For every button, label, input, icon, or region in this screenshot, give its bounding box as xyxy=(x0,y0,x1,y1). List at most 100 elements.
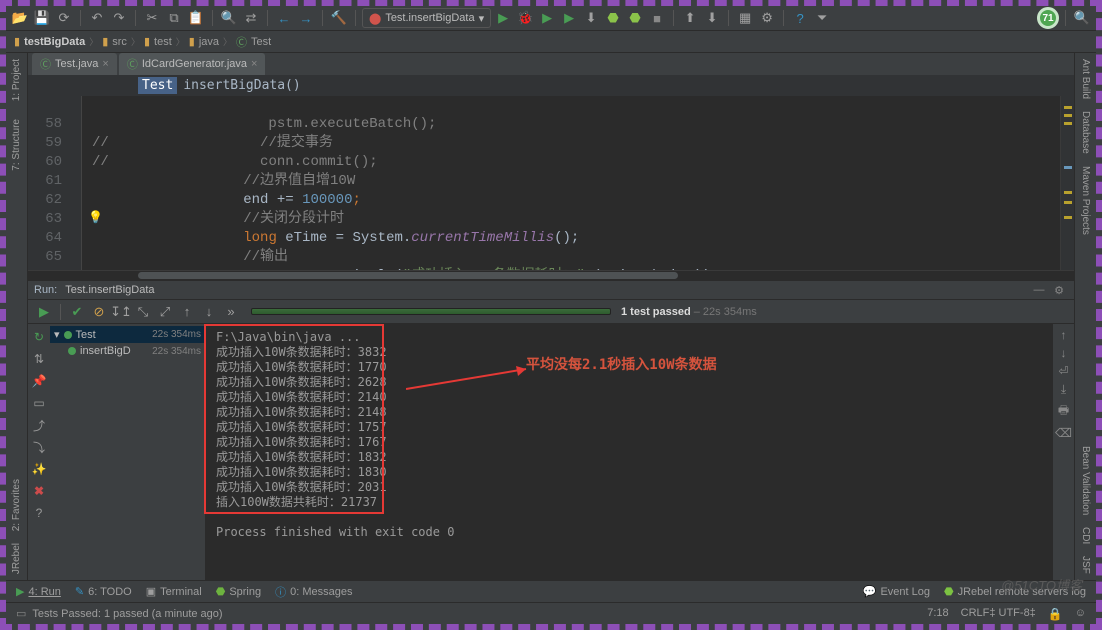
tab-terminal[interactable]: ▣Terminal xyxy=(146,585,202,598)
scroll-icon[interactable]: ⤓ xyxy=(1061,382,1066,397)
back-icon[interactable]: ← xyxy=(274,8,294,28)
close-icon[interactable]: ✖ xyxy=(30,482,48,500)
prev-icon[interactable]: ↑ xyxy=(177,302,197,322)
crumb-src[interactable]: src xyxy=(112,36,127,48)
tab-jrebel[interactable]: JRebel xyxy=(11,537,22,580)
crumb-java[interactable]: java xyxy=(199,36,219,48)
next-icon[interactable]: ↓ xyxy=(199,302,219,322)
tab-favorites[interactable]: 2: Favorites xyxy=(11,473,22,537)
test-tree[interactable]: ▾ Test 22s 354ms insertBigD 22s 354ms xyxy=(50,324,206,580)
attach-icon[interactable]: ⬇ xyxy=(581,8,601,28)
android2-icon[interactable]: ⬣ xyxy=(625,8,645,28)
undo-icon[interactable]: ↶ xyxy=(87,8,107,28)
collapse-icon[interactable]: ⤢ xyxy=(155,302,175,322)
coverage-icon[interactable]: ▶ xyxy=(537,8,557,28)
refresh-icon[interactable]: ⟳ xyxy=(54,8,74,28)
ignore-filter-icon[interactable]: ⊘ xyxy=(89,302,109,322)
export-icon[interactable]: ⤴ xyxy=(30,416,48,434)
find-icon[interactable]: 🔍 xyxy=(219,8,239,28)
close-icon[interactable]: × xyxy=(251,58,257,70)
down-icon[interactable]: ↓ xyxy=(1061,346,1067,360)
settings-icon[interactable]: ⚙ xyxy=(757,8,777,28)
print-icon[interactable]: 🖶 xyxy=(1058,401,1069,422)
vcs-pull-icon[interactable]: ⬇ xyxy=(702,8,722,28)
tree-child-row[interactable]: insertBigD 22s 354ms xyxy=(50,343,205,359)
tab-structure[interactable]: 7: Structure xyxy=(11,113,22,177)
console-output[interactable]: 平均没每2.1秒插入10W条数据 F:\Java\bin\java ... 成功… xyxy=(206,324,1052,580)
wrap-icon[interactable]: ⏎ xyxy=(1058,364,1068,378)
code-editor[interactable]: pstm.executeBatch(); // //提交事务 // conn.c… xyxy=(82,96,1060,270)
breadcrumb-class[interactable]: Test xyxy=(138,77,177,94)
tab-jsf[interactable]: JSF xyxy=(1080,550,1091,580)
minimize-icon[interactable]: — xyxy=(1030,284,1048,297)
lock-icon[interactable]: 🔒 xyxy=(1048,607,1063,621)
copy-icon[interactable]: ⧉ xyxy=(164,8,184,28)
tab-todo[interactable]: ✎6: TODO xyxy=(75,585,132,598)
run-tab-config[interactable]: Test.insertBigData xyxy=(65,284,154,296)
run-icon[interactable]: ▶ xyxy=(493,8,513,28)
android-icon[interactable]: ⬣ xyxy=(603,8,623,28)
tab-maven[interactable]: Maven Projects xyxy=(1080,160,1091,241)
help-icon[interactable]: ? xyxy=(790,8,810,28)
crumb-project[interactable]: testBigData xyxy=(24,36,85,48)
save-icon[interactable]: 💾 xyxy=(32,8,52,28)
fold-column[interactable] xyxy=(68,96,82,270)
more-icon[interactable]: » xyxy=(221,302,241,322)
rerun-icon[interactable]: ▶ xyxy=(34,302,54,322)
build-icon[interactable]: 🔨 xyxy=(329,8,349,28)
tab-project[interactable]: 1: Project xyxy=(11,53,22,107)
open-icon[interactable]: 📂 xyxy=(10,8,30,28)
cut-icon[interactable]: ✂ xyxy=(142,8,162,28)
line-gutter[interactable]: 5859606162636465666768 xyxy=(28,96,68,270)
import-icon[interactable]: ⤵ xyxy=(30,438,48,456)
caret-position[interactable]: 7:18 xyxy=(927,607,948,621)
bulb-icon[interactable]: 💡 xyxy=(88,210,103,225)
crumb-test[interactable]: test xyxy=(154,36,172,48)
tab-messages[interactable]: ⓘ0: Messages xyxy=(275,584,352,600)
search-everywhere-icon[interactable]: 🔍 xyxy=(1072,8,1092,28)
tab-spring[interactable]: ⬣Spring xyxy=(216,585,261,598)
tab-idcardgen-java[interactable]: Ⓒ IdCardGenerator.java × xyxy=(119,53,266,75)
profile-icon[interactable]: ▶ xyxy=(559,8,579,28)
settings-icon[interactable]: ⚙ xyxy=(1050,284,1068,297)
close-icon[interactable]: × xyxy=(102,58,108,70)
paste-icon[interactable]: 📋 xyxy=(186,8,206,28)
clear-icon[interactable]: ⌫ xyxy=(1055,426,1072,440)
help-icon[interactable]: ? xyxy=(30,504,48,522)
tab-test-java[interactable]: Ⓒ Test.java × xyxy=(32,53,117,75)
expand-icon[interactable]: ▾ xyxy=(54,328,60,341)
structure-icon[interactable]: ▦ xyxy=(735,8,755,28)
debug-icon[interactable]: 🐞 xyxy=(515,8,535,28)
tool-window-toggle-icon[interactable]: ▭ xyxy=(16,607,26,620)
tab-ant[interactable]: Ant Build xyxy=(1080,53,1091,105)
sort-icon[interactable]: ↧↥ xyxy=(111,302,131,322)
more-icon[interactable]: ⏷ xyxy=(812,8,832,28)
crumb-class-name[interactable]: Test xyxy=(251,36,271,48)
vcs-icon[interactable]: ⬆ xyxy=(680,8,700,28)
pin-icon[interactable]: 📌 xyxy=(30,372,48,390)
tab-run[interactable]: ▶4: Run xyxy=(16,585,61,598)
tree-root-row[interactable]: ▾ Test 22s 354ms xyxy=(50,326,205,343)
up-icon[interactable]: ↑ xyxy=(1061,328,1067,342)
forward-icon[interactable]: → xyxy=(296,8,316,28)
tab-database[interactable]: Database xyxy=(1080,105,1091,160)
inspections-badge[interactable]: 71 xyxy=(1037,7,1059,29)
replace-icon[interactable]: ⇄ xyxy=(241,8,261,28)
tab-jrebel-remote[interactable]: ⬣JRebel remote servers log xyxy=(944,585,1086,598)
hector-icon[interactable]: ☺ xyxy=(1075,607,1086,621)
expand-icon[interactable]: ⤡ xyxy=(133,302,153,322)
run-config-dropdown[interactable]: ⬤ Test.insertBigData ▾ xyxy=(362,8,491,28)
tab-bean[interactable]: Bean Validation xyxy=(1080,440,1091,521)
redo-icon[interactable]: ↷ xyxy=(109,8,129,28)
breadcrumb-method[interactable]: insertBigData() xyxy=(183,78,300,93)
editor-marker-strip[interactable] xyxy=(1060,96,1074,270)
pass-filter-icon[interactable]: ✔ xyxy=(67,302,87,322)
tab-event-log[interactable]: 💬Event Log xyxy=(863,585,930,598)
line-ending-encoding[interactable]: CRLF‡ UTF-8‡ xyxy=(961,607,1036,621)
toggle-icon[interactable]: ⇅ xyxy=(30,350,48,368)
wand-icon[interactable]: ✨ xyxy=(30,460,48,478)
tab-cdi[interactable]: CDI xyxy=(1080,521,1091,550)
rerun-icon[interactable]: ↻ xyxy=(30,328,48,346)
stop-icon[interactable]: ■ xyxy=(647,8,667,28)
horizontal-scrollbar[interactable] xyxy=(28,270,1074,280)
